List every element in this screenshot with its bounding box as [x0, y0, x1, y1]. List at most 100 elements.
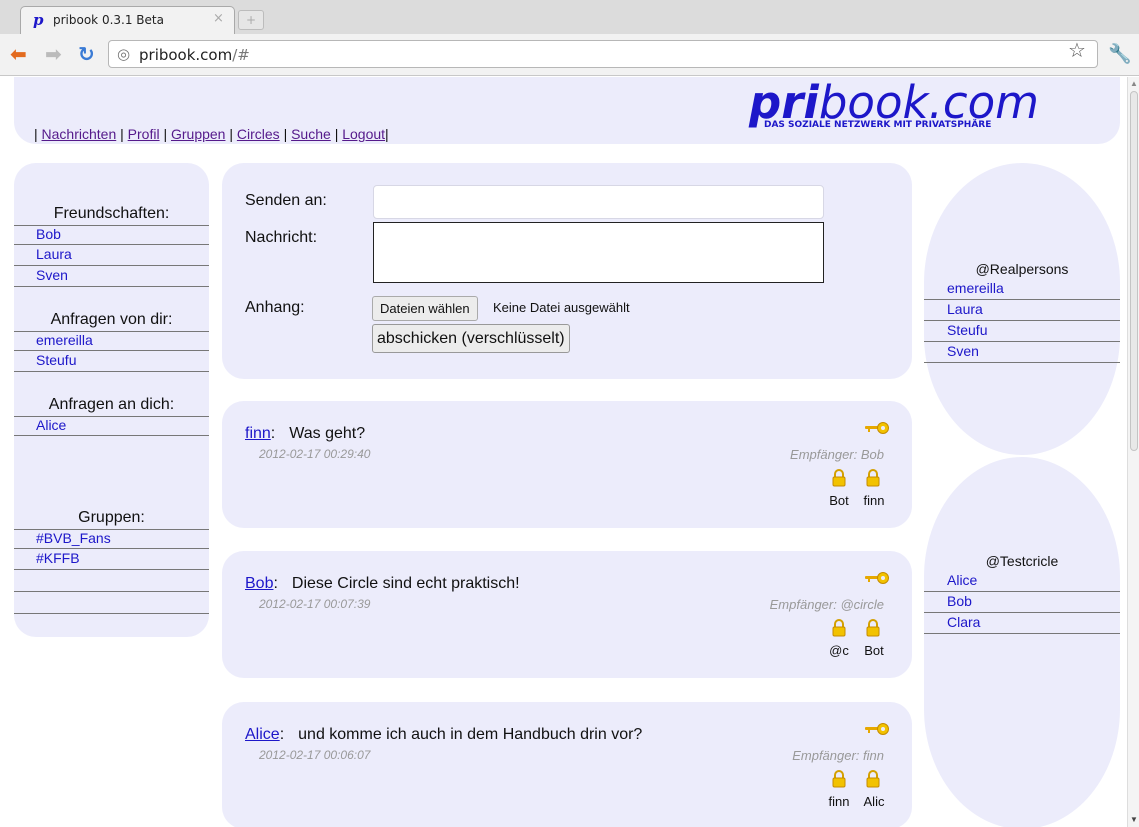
new-tab-button[interactable]: +	[238, 10, 264, 30]
group-item-empty	[14, 593, 209, 614]
friends-heading: Freundschaften:	[53, 205, 170, 222]
reload-icon[interactable]: ↻	[78, 42, 95, 66]
lock-icon	[832, 770, 846, 788]
message-card: Bob: Diese Circle sind echt praktisch! 20…	[222, 551, 912, 678]
message-date: 2012-02-17 00:07:39	[259, 597, 371, 611]
nav-link-nachrichten[interactable]: Nachrichten	[42, 126, 117, 142]
browser-toolbar: ⬅ ➡ ↻ ◎ pribook.com/# ☆ 🔧	[0, 34, 1139, 76]
outgoing-request-link[interactable]: emereilla	[36, 332, 93, 348]
message-recipient: Empfänger: Bob	[790, 447, 884, 462]
pribook-logo[interactable]: pribook.com DAS SOZIALE NETZWERK MIT PRI…	[749, 77, 1039, 130]
circle-member-item[interactable]: Laura	[924, 301, 1120, 321]
lock-holder-name: @c	[829, 643, 849, 658]
key-icon[interactable]	[864, 571, 890, 585]
lock-holder-name: finn	[863, 493, 885, 508]
back-arrow-icon[interactable]: ⬅	[10, 42, 27, 66]
pribook-favicon-icon: p	[33, 11, 44, 29]
incoming-requests-heading: Anfragen an dich:	[48, 396, 175, 413]
lock-holder-name: Bot	[864, 643, 884, 658]
left-sidebar: Freundschaften: Bob Laura Sven Anfragen …	[14, 163, 209, 637]
scroll-down-arrow-icon[interactable]: ▼	[1130, 815, 1138, 824]
incoming-request-item[interactable]: Alice	[14, 416, 209, 436]
lock-icon	[832, 469, 846, 487]
circle-member-link[interactable]: Clara	[947, 614, 980, 630]
forward-arrow-icon[interactable]: ➡	[45, 42, 62, 66]
outgoing-request-item[interactable]: Steufu	[14, 352, 209, 372]
tab-close-icon[interactable]: ×	[213, 11, 224, 26]
circle-member-link[interactable]: Bob	[947, 593, 972, 609]
circle-member-link[interactable]: Sven	[947, 343, 979, 359]
tab-title: pribook 0.3.1 Beta	[53, 13, 164, 27]
circle-testcricle: @Testcricle Alice Bob Clara	[924, 457, 1120, 827]
incoming-request-link[interactable]: Alice	[36, 417, 66, 433]
circle-member-link[interactable]: Alice	[947, 572, 977, 588]
message-card: Alice: und komme ich auch in dem Handbuch…	[222, 702, 912, 827]
circle-member-item[interactable]: emereilla	[924, 280, 1120, 300]
message-textarea[interactable]	[373, 222, 824, 283]
groups-heading: Gruppen:	[78, 509, 145, 526]
circle-member-item[interactable]: Bob	[924, 593, 1120, 613]
choose-files-button[interactable]: Dateien wählen	[372, 296, 478, 321]
circle-member-item[interactable]: Steufu	[924, 322, 1120, 342]
group-item[interactable]: #BVB_Fans	[14, 529, 209, 549]
message-author-link[interactable]: Bob	[245, 575, 273, 592]
browser-tab[interactable]: p pribook 0.3.1 Beta ×	[20, 6, 235, 34]
message-author-link[interactable]: finn	[245, 425, 271, 442]
key-icon[interactable]	[864, 421, 890, 435]
page-header: | Nachrichten | Profil | Gruppen | Circl…	[14, 77, 1120, 144]
circle-member-item[interactable]: Sven	[924, 343, 1120, 363]
friend-link[interactable]: Bob	[36, 226, 61, 242]
circle-title: @Realpersons	[975, 261, 1069, 277]
key-icon[interactable]	[864, 722, 890, 736]
circle-member-link[interactable]: Steufu	[947, 322, 987, 338]
circle-member-link[interactable]: emereilla	[947, 280, 1004, 296]
outgoing-request-item[interactable]: emereilla	[14, 331, 209, 351]
nav-link-logout[interactable]: Logout	[342, 126, 385, 142]
attachment-label: Anhang:	[245, 299, 305, 316]
message-author-link[interactable]: Alice	[245, 726, 280, 743]
lock-icon	[866, 619, 880, 637]
recipient-input[interactable]	[373, 185, 824, 219]
recipient-label: Senden an:	[245, 192, 327, 209]
message-recipient: Empfänger: @circle	[769, 597, 884, 612]
nav-link-gruppen[interactable]: Gruppen	[171, 126, 225, 142]
page-viewport: | Nachrichten | Profil | Gruppen | Circl…	[0, 77, 1127, 827]
message-line: Bob: Diese Circle sind echt praktisch!	[245, 575, 520, 592]
circle-member-item[interactable]: Alice	[924, 572, 1120, 592]
group-link[interactable]: #BVB_Fans	[36, 530, 111, 546]
circle-member-link[interactable]: Laura	[947, 301, 983, 317]
circle-title: @Testcricle	[985, 553, 1059, 569]
lock-icon	[832, 619, 846, 637]
nav-sep: |	[334, 126, 339, 142]
url-text: pribook.com/#	[139, 46, 250, 64]
friend-item[interactable]: Laura	[14, 246, 209, 266]
url-host: pribook.com	[139, 46, 233, 64]
star-icon[interactable]: ☆	[1068, 38, 1086, 62]
group-item[interactable]: #KFFB	[14, 550, 209, 570]
lock-icon	[866, 770, 880, 788]
nav-sep: |	[163, 126, 168, 142]
group-link[interactable]: #KFFB	[36, 550, 80, 566]
friend-item[interactable]: Sven	[14, 267, 209, 287]
nav-link-circles[interactable]: Circles	[237, 126, 280, 142]
nav-sep: |	[385, 126, 389, 142]
outgoing-request-link[interactable]: Steufu	[36, 352, 76, 368]
scroll-thumb[interactable]	[1130, 91, 1138, 451]
message-line: finn: Was geht?	[245, 425, 366, 442]
nav-link-profil[interactable]: Profil	[128, 126, 160, 142]
nav-link-suche[interactable]: Suche	[291, 126, 331, 142]
main-nav: | Nachrichten | Profil | Gruppen | Circl…	[34, 126, 389, 142]
circle-member-item[interactable]: Clara	[924, 614, 1120, 634]
friend-link[interactable]: Laura	[36, 246, 72, 262]
address-bar[interactable]: ◎ pribook.com/#	[108, 40, 1098, 68]
scroll-up-arrow-icon[interactable]: ▲	[1130, 79, 1138, 88]
page-scrollbar[interactable]: ▲ ▼	[1127, 77, 1139, 827]
friend-link[interactable]: Sven	[36, 267, 68, 283]
nav-sep: |	[229, 126, 233, 142]
message-label: Nachricht:	[245, 229, 318, 246]
send-encrypted-button[interactable]: abschicken (verschlüsselt)	[372, 324, 570, 353]
friend-item[interactable]: Bob	[14, 225, 209, 245]
group-item-empty	[14, 571, 209, 592]
message-text: und komme ich auch in dem Handbuch drin …	[298, 726, 643, 743]
wrench-icon[interactable]: 🔧	[1108, 42, 1132, 65]
